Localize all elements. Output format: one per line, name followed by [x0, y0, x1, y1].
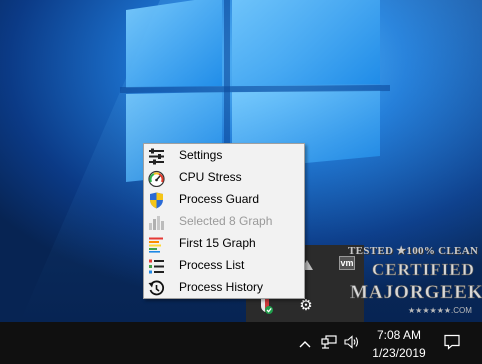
- chevron-up-icon[interactable]: [299, 336, 311, 354]
- menu-item-first-15-graph[interactable]: First 15 Graph: [144, 233, 304, 255]
- shield-check-icon[interactable]: [258, 297, 274, 315]
- menu-item-label: Process Guard: [179, 192, 260, 206]
- network-icon[interactable]: [321, 335, 337, 354]
- clock-date[interactable]: 1/23/2019: [368, 346, 430, 360]
- menu-item-label: Process List: [179, 258, 245, 272]
- menu-item-settings[interactable]: Settings: [144, 145, 304, 167]
- menu-item-process-list[interactable]: Process List: [144, 255, 304, 277]
- shield-icon: [148, 192, 165, 209]
- menu-item-process-guard[interactable]: Process Guard: [144, 189, 304, 211]
- volume-icon[interactable]: [344, 335, 360, 354]
- menu-item-label: Selected 8 Graph: [179, 214, 273, 228]
- list-icon: [148, 258, 165, 275]
- watermark-majorgeeks: MAJORGEEKS: [350, 282, 482, 304]
- menu-item-cpu-stress[interactable]: CPU Stress: [144, 167, 304, 189]
- settings-sliders-icon: [148, 148, 165, 165]
- menu-item-label: First 15 Graph: [179, 236, 256, 250]
- notification-icon[interactable]: [444, 334, 460, 355]
- history-icon: [148, 280, 165, 297]
- watermark-certified: CERTIFIED: [372, 260, 475, 280]
- gauge-icon: [148, 170, 165, 188]
- clock-time[interactable]: 7:08 AM: [368, 328, 430, 342]
- menu-item-selected-8-graph[interactable]: Selected 8 Graph: [144, 211, 304, 233]
- colored-bars-icon: [148, 236, 165, 253]
- gear-icon[interactable]: ⚙: [298, 297, 314, 314]
- context-menu: Settings CPU Stress Process Guard Select…: [143, 143, 305, 299]
- majorgeeks-watermark: TESTED ★100% CLEAN CERTIFIED MAJORGEEKS …: [342, 244, 482, 319]
- menu-item-process-history[interactable]: Process History: [144, 277, 304, 299]
- menu-item-label: CPU Stress: [179, 170, 242, 184]
- menu-item-label: Settings: [179, 148, 223, 162]
- taskbar: 7:08 AM 1/23/2019: [0, 322, 482, 364]
- bar-graph-icon: [148, 214, 165, 231]
- watermark-top-text: TESTED ★100% CLEAN: [348, 245, 479, 257]
- menu-item-label: Process History: [179, 280, 264, 294]
- watermark-url: ★★★★★★.COM: [408, 306, 472, 315]
